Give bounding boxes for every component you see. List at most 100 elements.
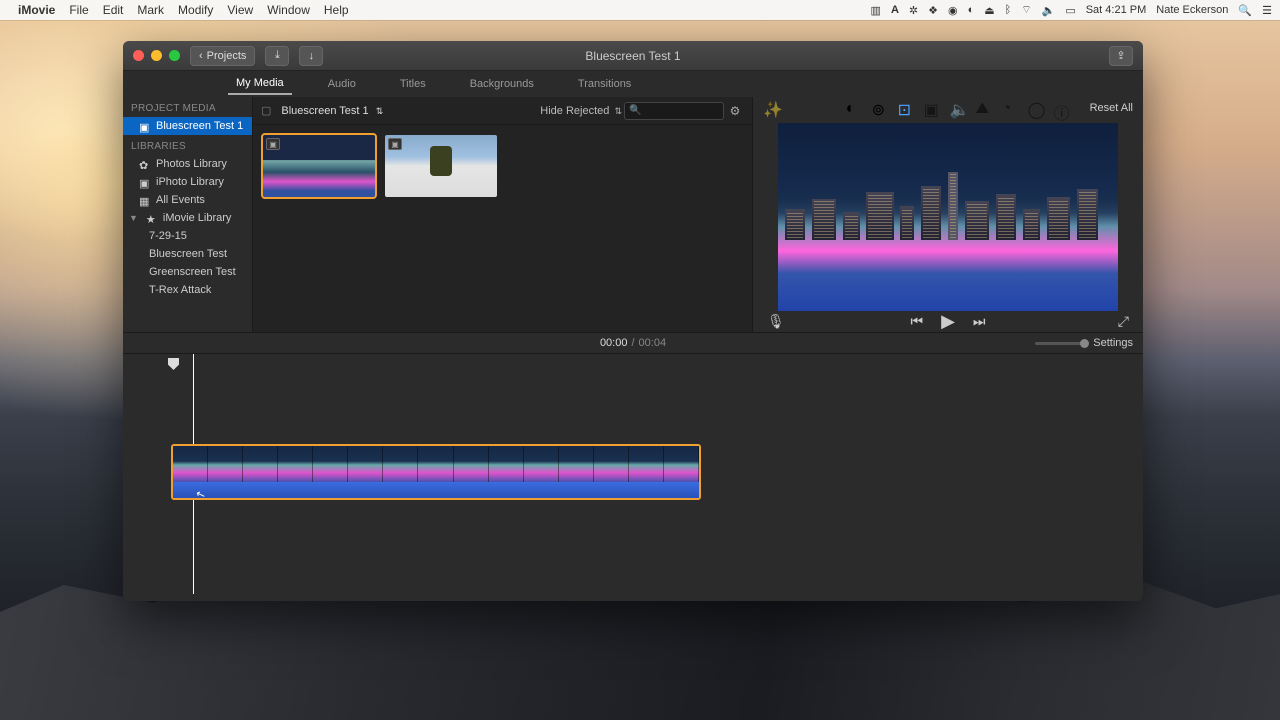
next-frame-button[interactable]: ⏭ (973, 313, 986, 330)
menubar-extra-icon[interactable]: ❖ (928, 4, 938, 17)
preview-viewer[interactable] (753, 118, 1143, 311)
tab-titles[interactable]: Titles (392, 74, 434, 94)
volume-icon[interactable]: 🔈 (1042, 4, 1056, 17)
clip-filmstrip (173, 446, 699, 484)
projects-label: Projects (207, 50, 247, 62)
menu-modify[interactable]: Modify (178, 3, 213, 17)
prev-frame-button[interactable]: ⏮ (910, 313, 923, 330)
menubar-clock[interactable]: Sat 4:21 PM (1086, 4, 1147, 16)
search-icon: 🔍 (629, 105, 641, 116)
titlebar[interactable]: ‹ Projects ⤓ ↓ Bluescreen Test 1 ⇪ (123, 41, 1143, 71)
playhead[interactable] (168, 358, 179, 370)
media-clip-lego[interactable]: ▣ (385, 135, 497, 197)
notification-center-icon[interactable]: ☰ (1262, 4, 1272, 17)
macos-menubar: iMovie File Edit Mark Modify View Window… (0, 0, 1280, 20)
gear-icon: ⚙ (730, 104, 741, 118)
preview-toolbar: ✨ ◐ ⊚ ⊡ ▣ 🔈 ⛰ ◔ ◯ ⓘ Reset All (753, 97, 1143, 118)
preview-image (778, 123, 1118, 311)
bluetooth-icon[interactable]: ᛒ (1005, 4, 1012, 16)
media-browser: ▢ Bluescreen Test 1 ⇅ Hide Rejected ⇅ 🔍 … (253, 97, 753, 332)
media-clip-skyline[interactable]: ▣ (263, 135, 375, 197)
sidebar-imovie-library[interactable]: ▼ ★ iMovie Library (123, 209, 252, 227)
sidebar-all-events[interactable]: ▦ All Events (123, 191, 252, 209)
projects-back-button[interactable]: ‹ Projects (190, 46, 255, 66)
search-input[interactable]: 🔍 (624, 102, 724, 120)
download-button[interactable]: ↓ (299, 46, 323, 66)
settings-button[interactable]: Settings (1093, 337, 1133, 349)
tab-audio[interactable]: Audio (320, 74, 364, 94)
browser-tabs: My Media Audio Titles Backgrounds Transi… (123, 71, 1143, 97)
sidebar-item-label: Photos Library (156, 158, 227, 170)
sidebar-item-label: iPhoto Library (156, 176, 224, 188)
menubar-extra-icon[interactable]: ▥ (871, 4, 881, 17)
menubar-extra-icon[interactable]: ◐ (968, 4, 975, 16)
disclosure-triangle-icon[interactable]: ▼ (129, 213, 138, 223)
volume-icon[interactable]: 🔈 (950, 100, 966, 116)
enhance-wand-icon[interactable]: ✨ (763, 100, 779, 116)
menubar-user[interactable]: Nate Eckerson (1156, 4, 1228, 16)
library-sidebar: PROJECT MEDIA ▣ Bluescreen Test 1 LIBRAR… (123, 97, 253, 332)
close-window-button[interactable] (133, 50, 144, 61)
speed-icon[interactable]: ◔ (1002, 100, 1018, 116)
flower-icon: ✿ (139, 159, 150, 170)
share-button[interactable]: ⇪ (1109, 46, 1133, 66)
import-media-button[interactable]: ⤓ (265, 46, 289, 66)
menu-file[interactable]: File (69, 3, 88, 17)
app-menu[interactable]: iMovie (18, 3, 55, 17)
sidebar-iphoto-library[interactable]: ▣ iPhoto Library (123, 173, 252, 191)
menu-window[interactable]: Window (267, 3, 310, 17)
tab-transitions[interactable]: Transitions (570, 74, 639, 94)
reset-all-button[interactable]: Reset All (1090, 102, 1133, 114)
sidebar-project-item[interactable]: ▣ Bluescreen Test 1 (123, 117, 252, 135)
spotlight-icon[interactable]: 🔍 (1238, 4, 1252, 17)
timeline[interactable]: ↖ (123, 354, 1143, 601)
fullscreen-icon[interactable]: ⤢ (1118, 313, 1129, 330)
menubar-extra-icon[interactable]: A (891, 4, 899, 16)
updown-icon: ⇅ (614, 106, 622, 116)
star-icon: ★ (146, 213, 157, 224)
wifi-icon[interactable]: ⌔ (1021, 3, 1031, 17)
sidebar-event-trex[interactable]: T-Rex Attack (123, 281, 252, 299)
sidebar-item-label: iMovie Library (163, 212, 231, 224)
media-toolbar: ▢ Bluescreen Test 1 ⇅ Hide Rejected ⇅ 🔍 … (253, 97, 752, 125)
info-icon[interactable]: ⓘ (1054, 100, 1070, 116)
menu-help[interactable]: Help (324, 3, 349, 17)
stabilization-icon[interactable]: ▣ (924, 100, 940, 116)
menu-edit[interactable]: Edit (103, 3, 124, 17)
menubar-extra-icon[interactable]: ✲ (909, 4, 918, 17)
menubar-extra-icon[interactable]: ⏏ (984, 4, 994, 17)
current-time: 00:00 (600, 337, 628, 349)
camera-icon: ▣ (139, 177, 150, 188)
battery-icon[interactable]: ▭ (1065, 4, 1075, 17)
menubar-extra-icon[interactable]: ◉ (948, 4, 958, 17)
sidebar-photos-library[interactable]: ✿ Photos Library (123, 155, 252, 173)
clip-filter-icon[interactable]: ◯ (1028, 100, 1044, 116)
voiceover-mic-icon[interactable]: 🎙 (767, 313, 785, 330)
filter-dropdown[interactable]: Hide Rejected ⇅ (540, 105, 622, 117)
tab-my-media[interactable]: My Media (228, 73, 292, 95)
color-balance-icon[interactable]: ◐ (846, 100, 862, 116)
playback-controls: 🎙 ⏮ ▶ ⏭ ⤢ (753, 311, 1143, 332)
grid-icon: ▦ (139, 195, 150, 206)
play-button[interactable]: ▶ (941, 311, 955, 332)
sidebar-event-729[interactable]: 7-29-15 (123, 227, 252, 245)
minimize-window-button[interactable] (151, 50, 162, 61)
chevron-left-icon: ‹ (199, 50, 203, 62)
color-correction-icon[interactable]: ⊚ (872, 100, 888, 116)
grid-toggle-icon[interactable]: ▢ (261, 104, 271, 117)
settings-gear-button[interactable]: ⚙ (726, 102, 744, 120)
menu-view[interactable]: View (227, 3, 253, 17)
tab-backgrounds[interactable]: Backgrounds (462, 74, 542, 94)
project-media-header: PROJECT MEDIA (123, 97, 252, 117)
window-controls (133, 50, 180, 61)
crop-icon[interactable]: ⊡ (898, 100, 914, 116)
zoom-window-button[interactable] (169, 50, 180, 61)
sidebar-event-greenscreen[interactable]: Greenscreen Test (123, 263, 252, 281)
sidebar-event-bluescreen[interactable]: Bluescreen Test (123, 245, 252, 263)
clip-audio-track (173, 482, 699, 498)
timeline-clip[interactable] (171, 444, 701, 500)
menu-mark[interactable]: Mark (137, 3, 164, 17)
noise-reduction-icon[interactable]: ⛰ (976, 100, 992, 116)
zoom-slider[interactable] (1035, 342, 1085, 345)
event-name-dropdown[interactable]: Bluescreen Test 1 ⇅ (281, 105, 383, 117)
